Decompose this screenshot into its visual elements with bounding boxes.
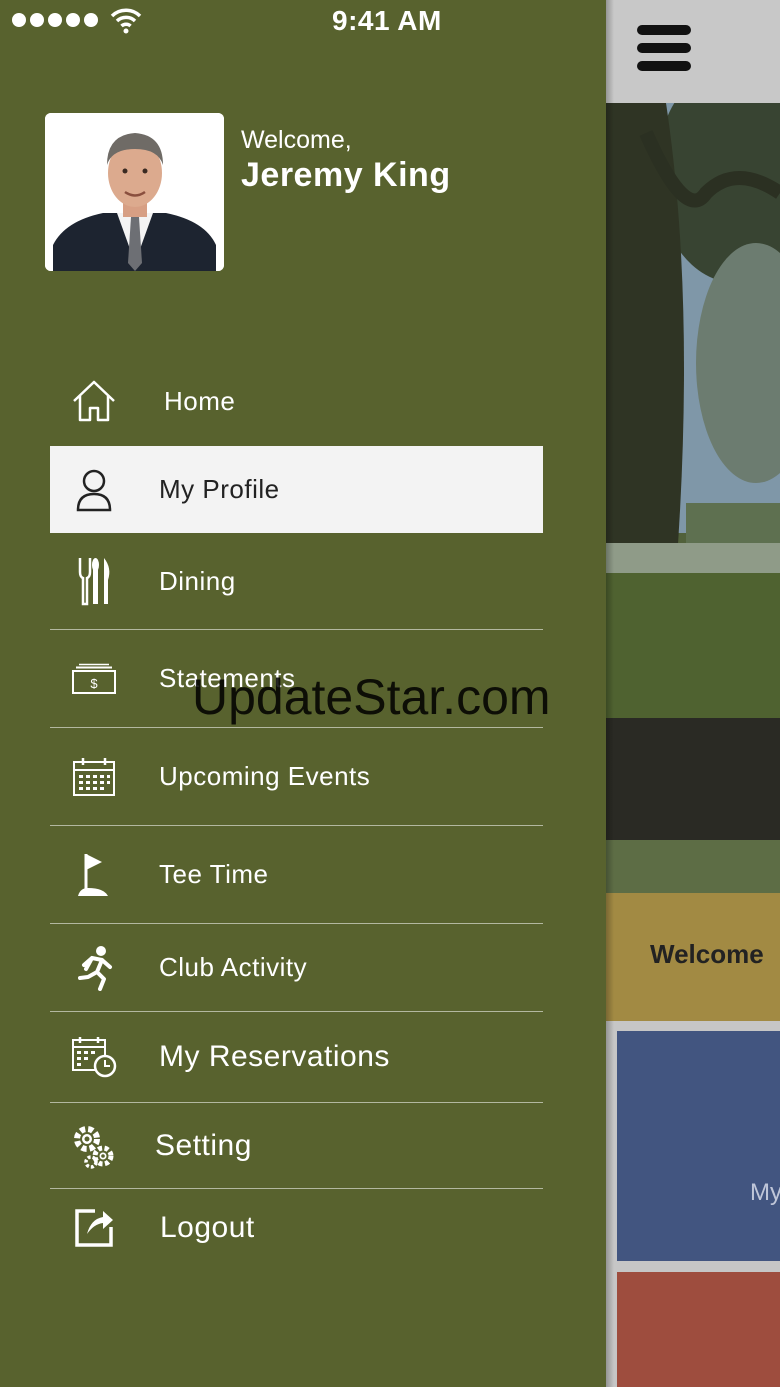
menu-item-dining[interactable]: Dining (50, 533, 543, 630)
menu-label-setting: Setting (155, 1128, 252, 1162)
gears-icon (68, 1122, 120, 1170)
menu-item-tee-time[interactable]: Tee Time (50, 826, 543, 924)
watermark: UpdateStar.com (192, 669, 551, 725)
user-name: Jeremy King (241, 156, 451, 194)
logout-icon (68, 1204, 120, 1252)
drawer-edge-shadow (606, 0, 614, 1387)
menu-label-tee-time: Tee Time (159, 859, 269, 889)
welcome-banner: Welcome (606, 893, 780, 1021)
calendar-icon (68, 753, 120, 801)
profile-tile-label: My (750, 1179, 780, 1206)
avatar[interactable] (45, 113, 224, 271)
menu-item-upcoming-events[interactable]: Upcoming Events (50, 728, 543, 826)
menu-item-home[interactable]: Home (50, 356, 543, 446)
menu-item-setting[interactable]: Setting (50, 1103, 543, 1189)
main-screen-behind-drawer: Welcome My (606, 0, 780, 1387)
hamburger-menu-icon[interactable] (637, 25, 691, 75)
menu-label-dining: Dining (159, 565, 236, 596)
user-icon (68, 466, 120, 514)
dining-icon (68, 557, 120, 606)
wifi-icon (110, 8, 142, 34)
menu-label-my-reservations: My Reservations (159, 1040, 390, 1073)
menu-label-upcoming-events: Upcoming Events (159, 761, 371, 791)
top-bar (606, 0, 780, 103)
statements-icon: $ (68, 655, 120, 703)
running-icon (68, 944, 120, 992)
svg-text:$: $ (90, 676, 98, 691)
menu-label-club-activity: Club Activity (159, 952, 308, 982)
home-icon (68, 377, 120, 425)
menu-item-my-profile[interactable]: My Profile (50, 446, 543, 533)
oak-tree-illustration (606, 63, 780, 893)
menu-label-logout: Logout (160, 1211, 255, 1244)
golf-flag-icon (68, 851, 120, 899)
status-time: 9:41 AM (332, 5, 442, 36)
status-bar: 9:41 AM (0, 0, 606, 44)
menu-item-logout[interactable]: Logout (50, 1189, 543, 1267)
calendar-clock-icon (68, 1033, 120, 1081)
menu-item-my-reservations[interactable]: My Reservations (50, 1012, 543, 1103)
hero-image (606, 63, 780, 893)
welcome-banner-text: Welcome (650, 939, 764, 969)
red-tile[interactable] (617, 1272, 780, 1387)
menu-label-my-profile: My Profile (159, 474, 280, 504)
profile-tile[interactable]: My (617, 1031, 780, 1261)
menu-label-home: Home (164, 385, 236, 416)
welcome-greeting: Welcome, (241, 126, 352, 154)
portrait-photo (45, 113, 224, 271)
menu-item-club-activity[interactable]: Club Activity (50, 924, 543, 1012)
drawer-menu: Home My Profile Dining $ Statements Upco… (50, 356, 543, 1267)
signal-strength-icon (12, 13, 98, 27)
